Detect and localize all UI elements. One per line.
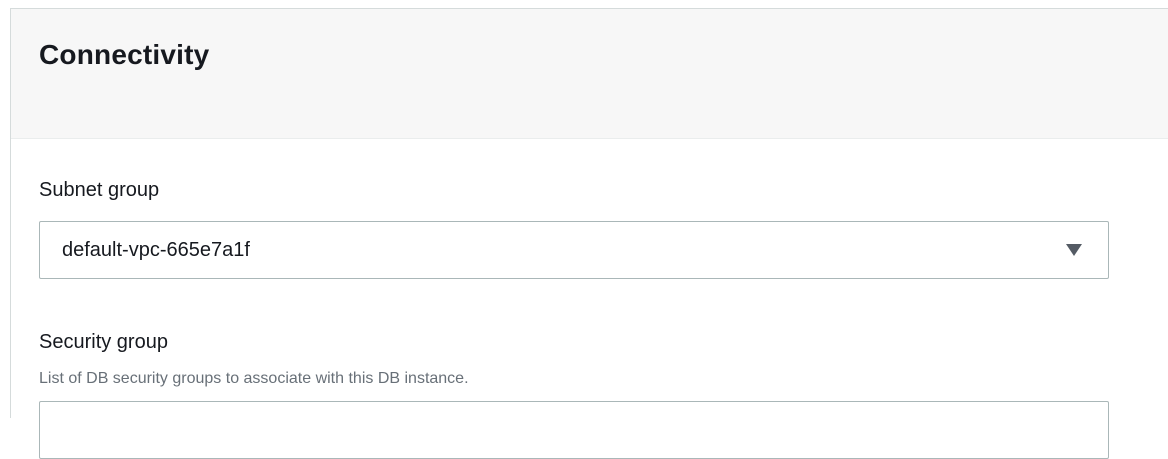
security-group-description: List of DB security groups to associate …: [39, 370, 469, 387]
subnet-group-selected-value: default-vpc-665e7a1f: [62, 239, 250, 261]
connectivity-panel: Connectivity Subnet group default-vpc-66…: [10, 8, 1168, 459]
caret-down-icon: [1066, 244, 1082, 256]
panel-header: Connectivity: [11, 9, 1168, 139]
subnet-group-select[interactable]: default-vpc-665e7a1f: [39, 221, 1109, 279]
section-title: Connectivity: [39, 39, 210, 70]
subnet-group-label: Subnet group: [39, 179, 160, 201]
security-group-label: Security group: [39, 331, 168, 353]
security-group-select[interactable]: [39, 401, 1109, 459]
